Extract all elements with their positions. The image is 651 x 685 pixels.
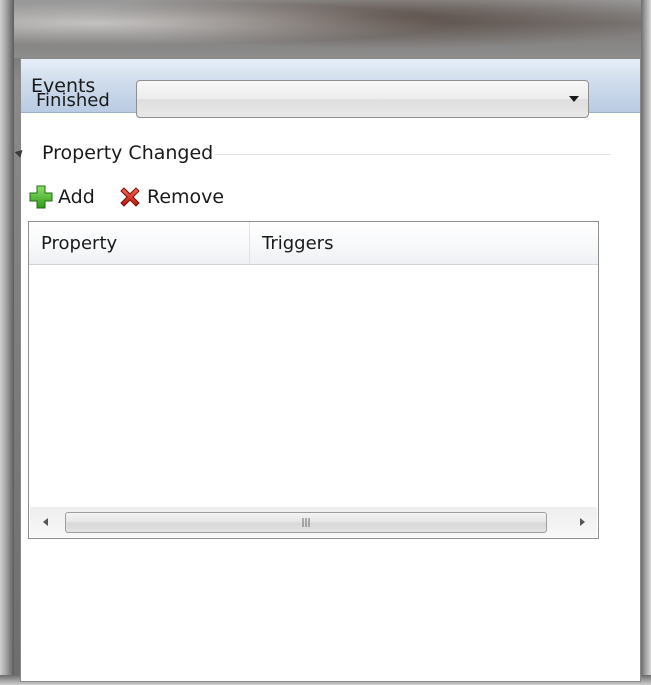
remove-button-label: Remove [147, 186, 225, 208]
window-frame: Events Finished Property Changed Add Rem… [0, 0, 651, 685]
property-grid[interactable]: Property Triggers [28, 221, 599, 539]
add-button-label: Add [58, 186, 95, 208]
scroll-left-button[interactable] [30, 507, 60, 537]
finished-dropdown[interactable] [136, 80, 589, 118]
window-left-border [0, 0, 14, 685]
window-right-border [641, 0, 651, 685]
add-button[interactable]: Add [28, 182, 108, 212]
property-changed-section: Property Changed [14, 140, 611, 170]
property-toolbar: Add Remove [28, 182, 428, 212]
horizontal-scrollbar[interactable] [30, 507, 597, 537]
plus-icon [29, 185, 53, 209]
x-icon [120, 187, 140, 207]
grid-header: Property Triggers [29, 222, 598, 265]
section-title: Property Changed [42, 142, 214, 164]
scroll-right-button[interactable] [567, 507, 597, 537]
remove-button[interactable]: Remove [117, 182, 237, 212]
expand-collapse-icon[interactable] [14, 147, 26, 158]
chevron-left-icon [42, 518, 48, 526]
scrollbar-thumb[interactable] [65, 512, 547, 533]
column-header-triggers[interactable]: Triggers [250, 222, 598, 264]
chevron-down-icon [569, 96, 579, 102]
finished-label: Finished [36, 90, 110, 111]
finished-row: Finished [36, 80, 592, 122]
section-divider [214, 154, 611, 155]
column-header-property[interactable]: Property [29, 222, 250, 264]
chevron-right-icon [579, 518, 585, 526]
window-titlebar [0, 0, 651, 58]
grip-icon [302, 518, 310, 527]
